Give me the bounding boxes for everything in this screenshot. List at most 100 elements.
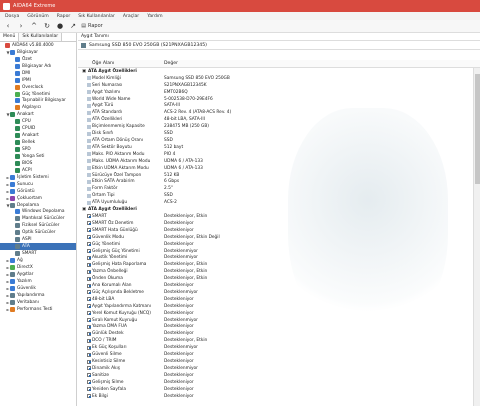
- tree-item[interactable]: ► Veritabanı: [0, 299, 76, 306]
- property-row[interactable]: Yazma Önbelleği Destekleniyor, Etkin: [78, 268, 472, 275]
- tree-item[interactable]: ► Ağ: [0, 257, 76, 264]
- tree-item[interactable]: IPMI: [0, 77, 76, 84]
- property-row[interactable]: Ek Güç Koşulları Desteklenmiyor: [78, 344, 472, 351]
- property-row[interactable]: SMART Hata Günlüğü Destekleniyor: [78, 227, 472, 234]
- tab-menu[interactable]: Menü: [0, 33, 20, 41]
- tree-item[interactable]: ► Sunucu: [0, 181, 76, 188]
- menu-item-report[interactable]: Rapor: [57, 14, 71, 19]
- device-description[interactable]: Samsung SSD 850 EVO 250GB (S21PNXAGB1234…: [78, 41, 480, 50]
- column-value[interactable]: Değer: [164, 61, 178, 66]
- section-header[interactable]: ▣ ATA Aygıt Özellikleri: [78, 68, 472, 75]
- vertical-scrollbar[interactable]: [473, 68, 480, 406]
- property-row[interactable]: Yeniden Sayfala Destekleniyor: [78, 386, 472, 393]
- tree-item[interactable]: Taşınabilir Bilgisayar: [0, 98, 76, 105]
- tree-item[interactable]: Fiziksel Sürücüler: [0, 222, 76, 229]
- tree-item[interactable]: Algılayıcı: [0, 104, 76, 111]
- refresh-icon[interactable]: ↻: [42, 21, 52, 31]
- tree-item[interactable]: Optik Sürücüler: [0, 229, 76, 236]
- scrollbar-thumb[interactable]: [475, 74, 480, 184]
- property-row[interactable]: Model Kimliği Samsung SSD 850 EVO 250GB: [78, 75, 472, 82]
- property-row[interactable]: Aygıt Yazılımı EMT02B6Q: [78, 89, 472, 96]
- property-row[interactable]: Ek Bilgi Destekleniyor: [78, 393, 472, 400]
- tree-item[interactable]: ATA: [0, 243, 76, 251]
- tree-item[interactable]: Windows Depolama: [0, 209, 76, 216]
- menu-item-favorites[interactable]: Sık Kullanılanlar: [78, 14, 115, 19]
- tree-item[interactable]: ACPI: [0, 167, 76, 174]
- menu-item-help[interactable]: Yardım: [147, 14, 162, 19]
- property-row[interactable]: Yerel Komut Kuyruğu (NCQ) Destekleniyor: [78, 310, 472, 317]
- tree-item[interactable]: SMART: [0, 250, 76, 257]
- tree-item[interactable]: Anakart: [0, 132, 76, 139]
- property-row[interactable]: Akustik Yönetimi Desteklenmiyor: [78, 254, 472, 261]
- property-row[interactable]: Ortam Tipi SSD: [78, 192, 472, 199]
- tree-item[interactable]: ▼ Anakart: [0, 111, 76, 118]
- property-row[interactable]: Güvenli Silme Destekleniyor: [78, 351, 472, 358]
- tree-item[interactable]: Overclock: [0, 84, 76, 91]
- property-row[interactable]: SMART Öz Denetim Destekleniyor: [78, 220, 472, 227]
- menu-item-file[interactable]: Dosya: [5, 14, 19, 19]
- forward-icon[interactable]: ›: [16, 21, 26, 31]
- property-row[interactable]: Sanitize Destekleniyor: [78, 372, 472, 379]
- property-row[interactable]: Güvenlik Modu Destekleniyor, Etkin Değil: [78, 234, 472, 241]
- back-icon[interactable]: ‹: [3, 21, 13, 31]
- tree-item[interactable]: Mantıksal Sürücüler: [0, 215, 76, 222]
- tab-favorites[interactable]: Sık Kullanılanlar: [19, 33, 63, 41]
- property-row[interactable]: Yazma DMA FUA Destekleniyor: [78, 324, 472, 331]
- user-icon[interactable]: ●: [55, 21, 65, 31]
- tree-item[interactable]: CPUID: [0, 125, 76, 132]
- property-row[interactable]: Sıralı Komut Kuyruğu Desteklenmiyor: [78, 317, 472, 324]
- property-row[interactable]: World Wide Name 5-002538-D70-29E4F6: [78, 96, 472, 103]
- tree-item[interactable]: ► Aygıtlar: [0, 271, 76, 278]
- tree-item[interactable]: ASPI: [0, 236, 76, 243]
- tree-item[interactable]: ► Çokluortam: [0, 195, 76, 202]
- tree-item[interactable]: BIOS: [0, 160, 76, 167]
- property-row[interactable]: Form Faktör 2.5": [78, 185, 472, 192]
- property-row[interactable]: Güç Yönetimi Destekleniyor: [78, 241, 472, 248]
- property-row[interactable]: Güç Açılışında Bekletme Desteklenmiyor: [78, 289, 472, 296]
- property-row[interactable]: SMART Destekleniyor, Etkin: [78, 213, 472, 220]
- property-row[interactable]: ATA Özellikleri 48-bit LBA, SATA-III: [78, 116, 472, 123]
- property-row[interactable]: Kesintisiz Silme Destekleniyor: [78, 358, 472, 365]
- tree-item[interactable]: Güç Yönetimi: [0, 91, 76, 98]
- property-row[interactable]: Etkin SATA Arabirim 6 Gbps: [78, 179, 472, 186]
- section-header[interactable]: ▣ ATA Aygıt Özellikleri: [78, 206, 472, 213]
- tree-item[interactable]: ▼ Bilgisayar: [0, 49, 76, 56]
- property-row[interactable]: Günlük Destek Destekleniyor: [78, 330, 472, 337]
- tree-item[interactable]: AIDA64 v5.80.4000: [0, 42, 76, 49]
- tree-item[interactable]: ► Görüntü: [0, 188, 76, 195]
- property-row[interactable]: Gelişmiş Silme Destekleniyor: [78, 379, 472, 386]
- tree-item[interactable]: Bilgisayar Adı: [0, 63, 76, 70]
- property-row[interactable]: Disk Sınıfı SSD: [78, 130, 472, 137]
- property-row[interactable]: Maks. UDMA Aktarım Modu UDMA 6 / ATA-133: [78, 158, 472, 165]
- tree-item[interactable]: Yonga Seti: [0, 153, 76, 160]
- tree-item[interactable]: ► Yapılandırma: [0, 292, 76, 299]
- property-row[interactable]: Gelişmiş Güç Yönetimi Desteklenmiyor: [78, 248, 472, 255]
- property-row[interactable]: Dinamik Akış Desteklenmiyor: [78, 365, 472, 372]
- tree-item[interactable]: CPU: [0, 118, 76, 125]
- report-button[interactable]: ▤ Rapor: [81, 21, 103, 31]
- property-row[interactable]: Önden Okuma Destekleniyor, Etkin: [78, 275, 472, 282]
- property-row[interactable]: Seri Numarası S21PNXAGB12345K: [78, 82, 472, 89]
- tree-item[interactable]: ► İşletim Sistemi: [0, 174, 76, 181]
- property-row[interactable]: Ana Korumalı Alan Destekleniyor: [78, 282, 472, 289]
- column-field[interactable]: Öğe Alanı: [92, 61, 114, 66]
- tree-item[interactable]: ► Güvenlik: [0, 285, 76, 292]
- chart-icon[interactable]: ↗: [68, 21, 78, 31]
- tree-item[interactable]: Bellek: [0, 139, 76, 146]
- property-row[interactable]: Aygıt Türü SATA-III: [78, 103, 472, 110]
- tree-item[interactable]: Özet: [0, 56, 76, 63]
- property-row[interactable]: DCO / TRIM Destekleniyor, Etkin: [78, 337, 472, 344]
- property-row[interactable]: Sürücüye Özel Tampon 512 KB: [78, 172, 472, 179]
- property-row[interactable]: Maks. PIO Aktarım Modu PIO 4: [78, 151, 472, 158]
- menu-item-view[interactable]: Görünüm: [27, 14, 48, 19]
- tree-item[interactable]: ► DirectX: [0, 264, 76, 271]
- property-row[interactable]: ATA Uyumluluğu ACS-2: [78, 199, 472, 206]
- tree-item[interactable]: DMI: [0, 70, 76, 77]
- property-row[interactable]: ATA Standardı ACS-2 Rev. 4 (ATA8-ACS Rev.…: [78, 109, 472, 116]
- property-row[interactable]: ATA Ortam Dönüş Oranı SSD: [78, 137, 472, 144]
- tree-item[interactable]: ▼ Depolama: [0, 202, 76, 209]
- property-row[interactable]: Gelişmiş Hata Raporlama Destekleniyor, Et…: [78, 261, 472, 268]
- property-row[interactable]: Aygıt Yapılandırma Katmanı Destekleniyor: [78, 303, 472, 310]
- property-row[interactable]: 48-bit LBA Destekleniyor: [78, 296, 472, 303]
- property-row[interactable]: Biçimlenmemiş Kapasite 238475 MB (250 GB): [78, 123, 472, 130]
